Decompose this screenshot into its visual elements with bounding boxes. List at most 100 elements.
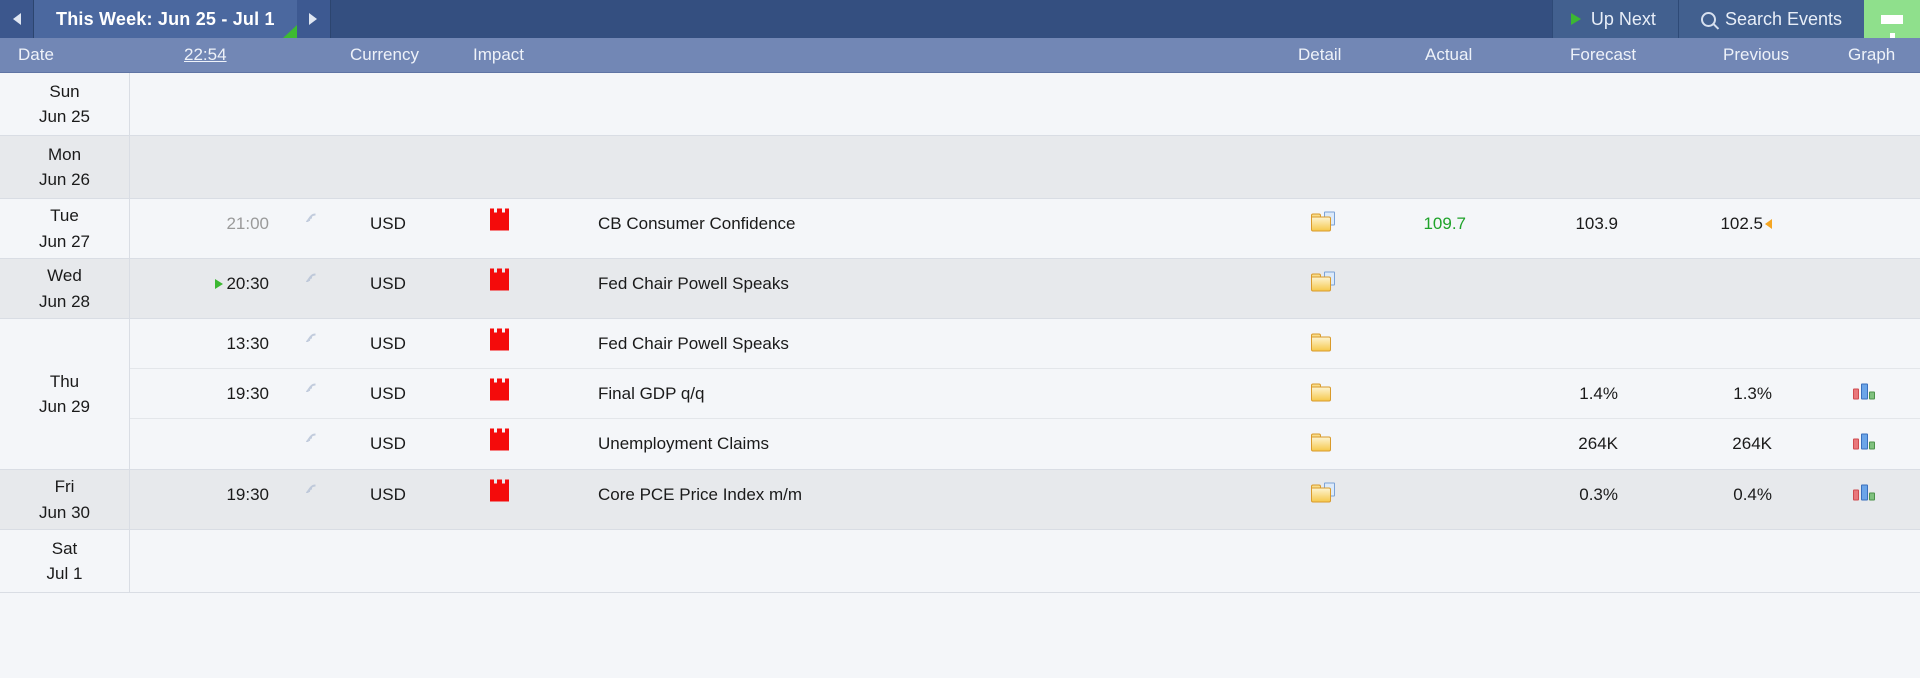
table-row[interactable]: 13:30 USD Fed Chair Powell Speaks [130,319,1920,369]
filter-button[interactable] [1864,0,1920,41]
day-date-label: Jun 30 [38,502,91,522]
day-event-rows [130,530,1920,592]
event-impact-cell [490,428,509,456]
event-detail-cell[interactable] [1311,432,1335,457]
event-time-label: 19:30 [226,485,269,504]
weekday-label: Sun [49,81,80,101]
up-next-label: Up Next [1590,8,1656,29]
event-alert-cell[interactable] [304,329,327,355]
event-impact-cell [490,268,509,296]
day-date-label: Jun 27 [38,231,91,251]
day-date-label: Jun 25 [38,107,91,126]
event-graph-cell[interactable] [1852,381,1876,406]
date-cell: Sun Jun 25 [0,73,130,135]
column-header-time[interactable]: 22:54 [184,45,227,65]
week-range-tab[interactable]: This Week: Jun 25 - Jul 1 [34,0,297,38]
event-impact-cell [490,328,509,355]
event-detail-cell[interactable] [1311,482,1335,508]
event-title[interactable]: Core PCE Price Index m/m [598,485,802,505]
sound-icon[interactable] [304,210,327,232]
event-detail-cell[interactable] [1311,211,1335,237]
event-graph-cell[interactable] [1852,483,1876,508]
event-previous-value: 102.5 [1682,214,1772,234]
folder-icon[interactable] [1311,381,1335,401]
column-header-forecast[interactable]: Forecast [1570,45,1636,65]
bar-chart-icon[interactable] [1852,483,1876,503]
event-time-label: 20:30 [226,274,269,293]
high-impact-flag-icon [490,268,509,291]
event-title[interactable]: Final GDP q/q [598,384,704,404]
empty-day-row [130,136,1920,198]
day-event-rows [130,136,1920,198]
date-cell: Fri Jun 30 [0,470,130,529]
column-header-detail[interactable]: Detail [1298,45,1341,65]
event-title[interactable]: Unemployment Claims [598,434,769,454]
column-header-impact[interactable]: Impact [473,45,524,65]
event-currency: USD [370,383,406,403]
calendar-day-group: Sun Jun 25 [0,73,1920,136]
calendar-day-group: Mon Jun 26 [0,136,1920,199]
event-detail-cell[interactable] [1311,331,1335,356]
event-title[interactable]: Fed Chair Powell Speaks [598,274,789,294]
event-graph-cell[interactable] [1852,432,1876,457]
event-alert-cell[interactable] [304,379,327,405]
table-column-header: Date 22:54 Currency Impact Detail Actual… [0,38,1920,73]
event-detail-cell[interactable] [1311,271,1335,297]
event-alert-cell[interactable] [304,210,327,236]
column-header-actual[interactable]: Actual [1425,45,1472,65]
search-events-button[interactable]: Search Events [1677,0,1864,38]
sound-icon[interactable] [304,481,327,503]
table-row[interactable]: 20:30 USD Fed Chair Powell Speaks [130,259,1920,309]
table-row[interactable]: USD Unemployment Claims 264K 264K [130,419,1920,469]
folder-document-icon[interactable] [1311,482,1335,503]
weekday-label: Fri [54,477,75,496]
weekday-label: Mon [47,144,82,164]
column-header-previous[interactable]: Previous [1723,45,1789,65]
upcoming-marker-icon [215,279,224,289]
high-impact-flag-icon [490,378,509,400]
day-event-rows: 21:00 USD CB Consumer Confidence 109.7 103.9… [130,199,1920,258]
table-row[interactable]: 21:00 USD CB Consumer Confidence 109.7 103.9… [130,199,1920,249]
bar-chart-icon[interactable] [1852,432,1876,452]
sound-icon[interactable] [304,329,327,352]
high-impact-flag-icon [490,428,509,451]
weekday-label: Thu [49,371,80,391]
table-row[interactable]: 19:30 USD Core PCE Price Index m/m 0.3% 0.4% [130,470,1920,520]
event-title[interactable]: Fed Chair Powell Speaks [598,334,789,354]
day-event-rows: 20:30 USD Fed Chair Powell Speaks [130,259,1920,318]
event-detail-cell[interactable] [1311,381,1335,406]
event-currency: USD [370,274,406,293]
event-actual-value: 109.7 [1423,214,1466,233]
table-row[interactable]: 19:30 USD Final GDP q/q 1.4% 1.3% [130,369,1920,419]
sound-icon[interactable] [304,430,327,452]
event-time-label: 13:30 [226,333,269,353]
calendar-day-group: Fri Jun 30 19:30 USD Core PCE Price Index m/… [0,470,1920,530]
folder-icon[interactable] [1311,331,1335,351]
calendar-day-group: Tue Jun 27 21:00 USD CB Consumer Confidence 1… [0,199,1920,259]
event-impact-cell [490,208,509,236]
previous-week-button[interactable] [0,0,34,38]
up-next-button[interactable]: Up Next [1551,0,1678,38]
search-events-label: Search Events [1724,8,1842,29]
sound-icon[interactable] [304,379,327,402]
event-time-cell: 20:30 [179,274,269,294]
weekday-label: Wed [47,266,82,285]
folder-icon[interactable] [1311,432,1335,452]
column-header-date[interactable]: Date [18,45,54,65]
event-forecast-value: 103.9 [1575,214,1618,233]
next-week-button[interactable] [296,0,331,38]
event-previous-value: 0.4% [1733,485,1772,504]
sound-icon[interactable] [304,270,327,292]
bar-chart-icon[interactable] [1852,381,1876,401]
folder-document-icon[interactable] [1311,271,1335,292]
column-header-graph[interactable]: Graph [1848,45,1895,65]
event-alert-cell[interactable] [304,481,327,507]
event-alert-cell[interactable] [304,430,327,456]
top-toolbar: This Week: Jun 25 - Jul 1 Up Next Search… [0,0,1920,41]
event-title[interactable]: CB Consumer Confidence [598,214,795,234]
toolbar-spacer [330,0,1552,38]
day-event-rows [130,73,1920,135]
folder-document-icon[interactable] [1311,211,1335,232]
column-header-currency[interactable]: Currency [350,45,419,65]
event-alert-cell[interactable] [304,270,327,296]
